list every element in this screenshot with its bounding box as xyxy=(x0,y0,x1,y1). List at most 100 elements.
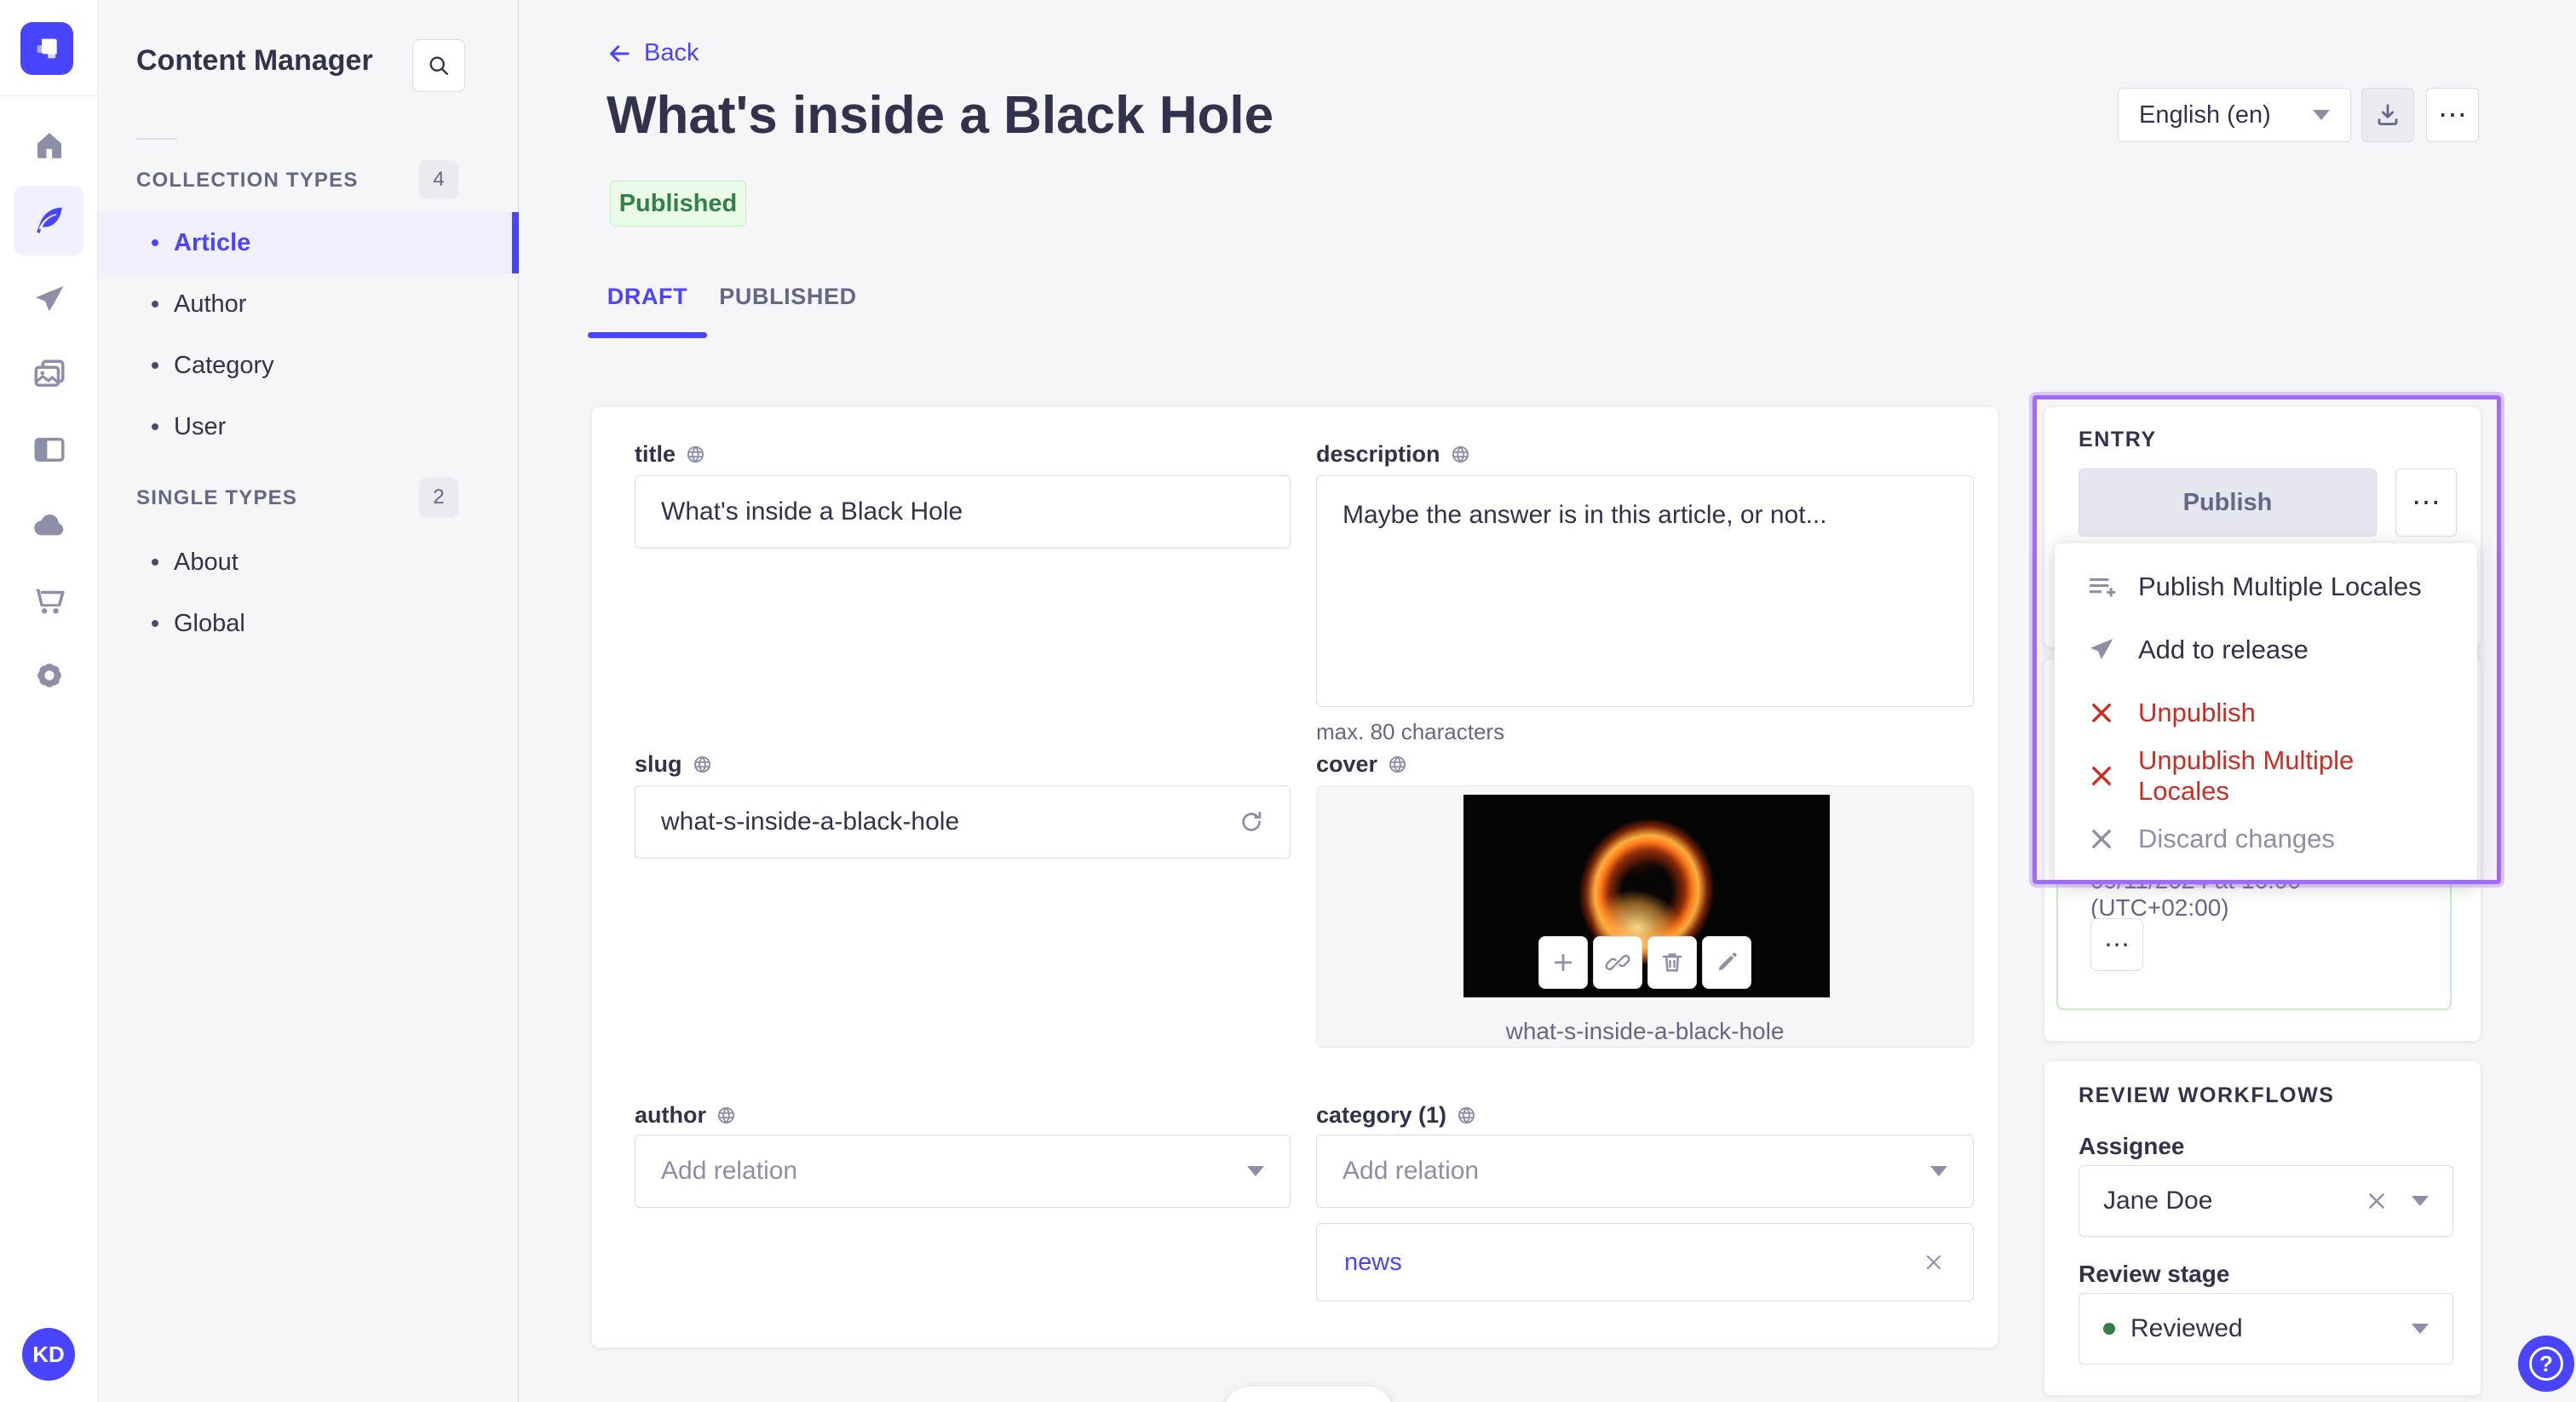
category-relation-item: news xyxy=(1316,1223,1974,1301)
content-manager-icon[interactable] xyxy=(14,186,83,256)
slug-input-value: what-s-inside-a-black-hole xyxy=(661,807,960,836)
back-arrow-icon xyxy=(610,44,630,62)
entry-more-options-button[interactable]: ⋯ xyxy=(2395,468,2457,537)
chevron-down-icon xyxy=(1930,1166,1947,1176)
strapi-logo[interactable] xyxy=(20,22,73,75)
chevron-down-icon xyxy=(2412,1324,2429,1334)
home-icon[interactable] xyxy=(0,110,98,180)
section-heading-collection-types: COLLECTION TYPES xyxy=(136,169,359,192)
locale-select[interactable]: English (en) xyxy=(2118,88,2351,142)
slug-input[interactable]: what-s-inside-a-black-hole xyxy=(635,785,1291,859)
category-relation-combobox[interactable]: Add relation xyxy=(1316,1135,1974,1208)
cover-media-field: what-s-inside-a-black-hole xyxy=(1316,785,1974,1048)
help-button[interactable]: ? xyxy=(2518,1336,2574,1392)
field-label-text: author xyxy=(635,1102,706,1128)
menu-item-label: Discard changes xyxy=(2138,824,2335,853)
menu-item-publish-multiple-locales[interactable]: Publish Multiple Locales xyxy=(2055,555,2477,618)
content-manager-sidebar: Content Manager COLLECTION TYPES 4 Artic… xyxy=(98,0,519,1402)
settings-gear-icon[interactable] xyxy=(0,641,98,710)
header-more-options-button[interactable]: ⋯ xyxy=(2426,88,2479,142)
menu-item-add-to-release[interactable]: Add to release xyxy=(2055,618,2477,681)
link-icon xyxy=(1605,954,1630,971)
locale-value: English (en) xyxy=(2139,101,2271,129)
marketplace-cart-icon[interactable] xyxy=(0,566,98,635)
cross-icon xyxy=(2092,767,2111,785)
add-media-button[interactable] xyxy=(1538,936,1588,989)
collection-types-count-badge: 4 xyxy=(419,160,458,199)
globe-icon xyxy=(1452,445,1469,463)
more-options-icon: ⋯ xyxy=(2412,486,2441,519)
delete-media-button[interactable] xyxy=(1647,936,1697,989)
releases-icon[interactable] xyxy=(0,265,98,335)
release-more-options-button[interactable]: ⋯ xyxy=(2090,918,2143,971)
chevron-down-icon xyxy=(2313,110,2330,120)
title-input-value: What's inside a Black Hole xyxy=(661,497,963,526)
sidebar-item-global[interactable]: Global xyxy=(98,593,519,654)
content-type-builder-icon[interactable] xyxy=(0,415,98,485)
tab-draft[interactable]: DRAFT xyxy=(588,278,707,315)
stage-status-dot xyxy=(2103,1323,2115,1335)
export-button[interactable] xyxy=(2361,88,2414,142)
avatar-initials: KD xyxy=(32,1341,65,1367)
description-field-label: description xyxy=(1316,441,1470,468)
menu-item-unpublish[interactable]: Unpublish xyxy=(2055,681,2477,744)
cover-toolbar xyxy=(1538,936,1751,989)
sidebar-item-label: Global xyxy=(174,609,245,637)
clear-assignee-icon[interactable] xyxy=(2364,1188,2389,1214)
cover-filename: what-s-inside-a-black-hole xyxy=(1505,1018,1785,1044)
sidebar-item-category[interactable]: Category xyxy=(98,335,519,396)
relation-link[interactable]: news xyxy=(1344,1249,1402,1277)
pencil-icon xyxy=(1718,952,1737,971)
edit-media-button[interactable] xyxy=(1702,936,1751,989)
user-avatar[interactable]: KD xyxy=(22,1328,75,1381)
bullet-icon xyxy=(152,362,158,369)
regenerate-icon[interactable] xyxy=(1239,809,1264,835)
status-badge: Published xyxy=(610,181,746,227)
publish-button[interactable]: Publish xyxy=(2079,468,2377,537)
cover-field-label: cover xyxy=(1316,751,1407,778)
title-input[interactable]: What's inside a Black Hole xyxy=(635,475,1291,549)
description-textarea[interactable]: Maybe the answer is in this article, or … xyxy=(1316,475,1974,707)
media-library-icon[interactable] xyxy=(0,340,98,410)
floating-toolbar-partial[interactable] xyxy=(1225,1387,1392,1402)
sidebar-item-label: About xyxy=(174,548,239,576)
back-link[interactable]: Back xyxy=(607,39,699,67)
download-icon xyxy=(2378,104,2398,125)
category-field-label: category (1) xyxy=(1316,1102,1476,1129)
field-label-text: title xyxy=(635,441,676,467)
entry-panel-heading: ENTRY xyxy=(2079,428,2157,451)
list-plus-icon xyxy=(2089,577,2116,597)
review-workflows-panel: REVIEW WORKFLOWS Assignee Jane Doe Revie… xyxy=(2044,1061,2481,1395)
sidebar-item-article[interactable]: Article xyxy=(98,212,519,273)
review-stage-value: Reviewed xyxy=(2130,1314,2243,1342)
single-types-count-badge: 2 xyxy=(419,478,458,517)
field-label-text: slug xyxy=(635,751,682,777)
bullet-icon xyxy=(152,620,158,627)
bullet-icon xyxy=(152,301,158,307)
author-relation-combobox[interactable]: Add relation xyxy=(635,1135,1291,1208)
field-label-text: category (1) xyxy=(1316,1102,1447,1128)
review-stage-combobox[interactable]: Reviewed xyxy=(2079,1293,2453,1365)
category-placeholder: Add relation xyxy=(1343,1157,1480,1185)
menu-item-discard-changes[interactable]: Discard changes xyxy=(2055,807,2477,871)
sidebar-item-user[interactable]: User xyxy=(98,396,519,457)
title-field-label: title xyxy=(635,441,705,468)
chevron-down-icon xyxy=(1247,1166,1264,1176)
back-label: Back xyxy=(644,39,699,66)
sidebar-item-author[interactable]: Author xyxy=(98,273,519,335)
tab-published[interactable]: PUBLISHED xyxy=(716,278,860,315)
assignee-value: Jane Doe xyxy=(2103,1187,2213,1215)
copy-link-button[interactable] xyxy=(1593,936,1642,989)
remove-relation-icon[interactable] xyxy=(1922,1250,1946,1274)
assignee-combobox[interactable]: Jane Doe xyxy=(2079,1165,2453,1237)
menu-item-label: Unpublish xyxy=(2138,698,2256,727)
menu-item-unpublish-multiple-locales[interactable]: Unpublish Multiple Locales xyxy=(2055,744,2477,807)
sidebar-item-about[interactable]: About xyxy=(98,531,519,593)
menu-item-label: Publish Multiple Locales xyxy=(2138,572,2422,601)
more-options-icon: ⋯ xyxy=(2104,930,2130,959)
deploy-cloud-icon[interactable] xyxy=(0,491,98,560)
publish-button-label: Publish xyxy=(2182,488,2273,516)
search-button[interactable] xyxy=(412,39,465,92)
plus-icon xyxy=(1554,953,1573,972)
menu-item-label: Unpublish Multiple Locales xyxy=(2138,745,2355,806)
